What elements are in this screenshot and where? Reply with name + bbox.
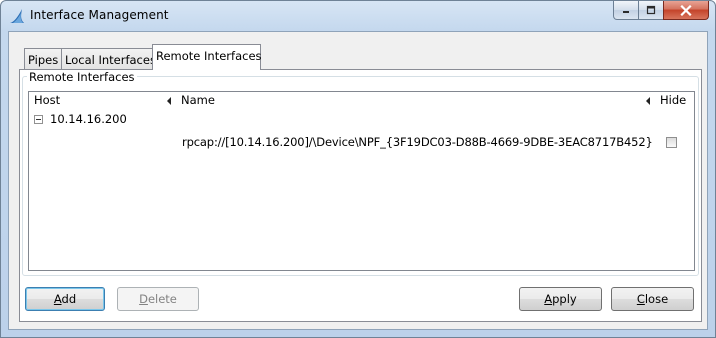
delete-button[interactable]: Delete [117,287,199,311]
apply-button[interactable]: Apply [519,287,602,311]
title-bar[interactable]: Interface Management [1,1,715,31]
collapse-icon[interactable] [34,115,43,124]
sort-left-arrow-icon[interactable] [167,97,171,105]
tab-remote-interfaces[interactable]: Remote Interfaces [152,44,262,70]
minimize-icon [623,11,629,13]
window-title: Interface Management [30,8,169,22]
close-icon [680,4,692,16]
hide-checkbox[interactable] [666,137,677,148]
column-header-name[interactable]: Name [181,92,651,109]
close-button[interactable]: Close [611,287,694,311]
interface-management-window: Interface Management Pipes Local Interfa… [0,0,716,338]
tab-local-interfaces[interactable]: Local Interfaces [61,48,156,69]
host-label: 10.14.16.200 [50,112,127,126]
add-button[interactable]: Add [25,287,105,311]
close-button-label: Close [637,292,668,306]
tab-pipes-label: Pipes [28,53,59,67]
wireshark-fin-icon [10,9,24,23]
tab-pipes[interactable]: Pipes [24,48,62,69]
apply-mnemonic: A [544,292,553,306]
column-host-label: Host [34,93,61,107]
add-mnemonic: A [53,292,62,306]
add-rest: dd [61,292,77,306]
delete-button-label: Delete [139,292,177,306]
maximize-icon [646,5,656,15]
sort-left-arrow-icon[interactable] [646,97,650,105]
column-hide-label: Hide [660,93,687,107]
tree-header: Host Name Hide [29,92,694,109]
tree-row-host[interactable]: 10.14.16.200 [29,110,694,128]
group-legend: Remote Interfaces [27,70,137,84]
close-rest: lose [644,292,669,306]
remote-interfaces-tree[interactable]: Host Name Hide 10.14.16.200 rpcap://[10.… [28,91,695,271]
tree-row-interface[interactable]: rpcap://[10.14.16.200]/\Device\NPF_{3F19… [29,133,694,151]
minimize-button[interactable] [613,1,639,20]
column-header-hide[interactable]: Hide [660,92,692,109]
close-mnemonic: C [636,292,645,306]
delete-rest: elete [147,292,177,306]
tab-remote-interfaces-label: Remote Interfaces [156,49,262,63]
apply-button-label: Apply [544,292,576,306]
delete-mnemonic: D [139,292,148,306]
apply-rest: pply [552,292,577,306]
maximize-button[interactable] [638,1,664,20]
close-window-button[interactable] [663,1,709,20]
dialog-client-area: Pipes Local Interfaces Remote Interfaces… [8,31,708,330]
add-button-label: Add [54,292,76,306]
column-header-host[interactable]: Host [34,92,174,109]
tab-local-interfaces-label: Local Interfaces [65,53,156,67]
column-name-label: Name [181,93,215,107]
interface-name: rpcap://[10.14.16.200]/\Device\NPF_{3F19… [182,135,653,149]
